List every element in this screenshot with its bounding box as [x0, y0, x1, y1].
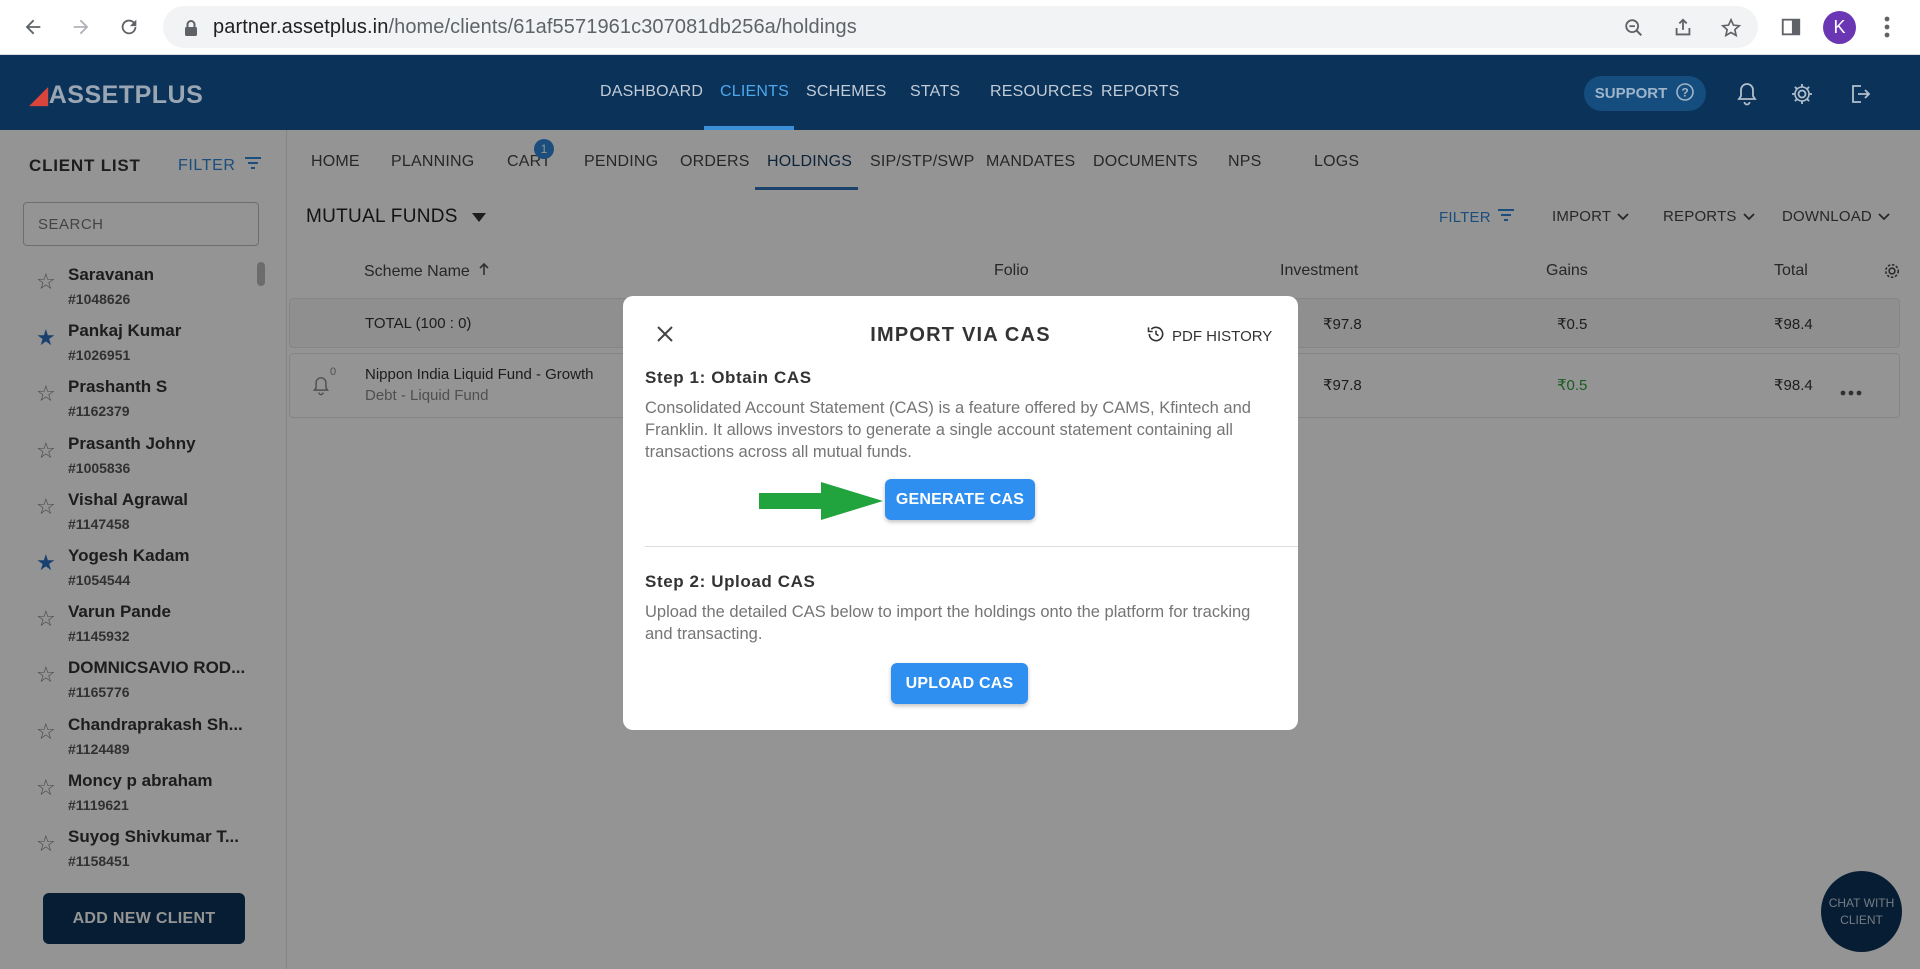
logout-icon[interactable] — [1846, 80, 1874, 108]
pdf-history-button[interactable]: PDF HISTORY — [1146, 324, 1272, 348]
nav-reports[interactable]: REPORTS — [1101, 83, 1179, 101]
forward-icon[interactable] — [66, 12, 96, 42]
browser-menu-icon[interactable] — [1872, 12, 1902, 42]
nav-resources[interactable]: RESOURCES — [990, 83, 1093, 101]
step1-title: Step 1: Obtain CAS — [645, 368, 812, 387]
nav-dashboard[interactable]: DASHBOARD — [600, 83, 703, 101]
url-text: partner.assetplus.in/home/clients/61af55… — [213, 15, 857, 38]
step2-title: Step 2: Upload CAS — [645, 572, 816, 591]
share-icon[interactable] — [1671, 16, 1695, 40]
green-arrow-icon — [757, 480, 887, 527]
bell-icon[interactable] — [1733, 80, 1761, 108]
step1-description: Consolidated Account Statement (CAS) is … — [645, 399, 1251, 461]
nav-stats[interactable]: STATS — [910, 83, 960, 101]
browser-toolbar: partner.assetplus.in/home/clients/61af55… — [0, 0, 1920, 55]
history-icon — [1146, 324, 1166, 348]
lock-icon[interactable] — [179, 16, 203, 40]
generate-cas-button[interactable]: GENERATE CAS — [885, 479, 1035, 520]
nav-clients[interactable]: CLIENTS — [720, 83, 789, 101]
import-via-cas-modal: IMPORT VIA CAS PDF HISTORY Step 1: Obtai… — [623, 296, 1298, 730]
nav-schemes[interactable]: SCHEMES — [806, 83, 887, 101]
step2-description: Upload the detailed CAS below to import … — [645, 603, 1251, 643]
zoom-icon[interactable] — [1622, 16, 1646, 40]
bookmark-star-icon[interactable] — [1719, 16, 1743, 40]
pdf-history-label: PDF HISTORY — [1172, 327, 1273, 345]
svg-text:?: ? — [1682, 85, 1689, 99]
upload-cas-button[interactable]: UPLOAD CAS — [891, 663, 1028, 704]
back-icon[interactable] — [18, 12, 48, 42]
gear-icon[interactable] — [1788, 80, 1816, 108]
reload-icon[interactable] — [114, 12, 144, 42]
support-label: SUPPORT — [1594, 85, 1668, 102]
side-panel-icon[interactable] — [1776, 12, 1806, 42]
address-bar[interactable]: partner.assetplus.in/home/clients/61af55… — [163, 6, 1758, 48]
profile-avatar[interactable]: K — [1823, 11, 1856, 44]
modal-divider — [645, 546, 1298, 547]
help-circle-icon: ? — [1675, 82, 1695, 106]
support-button[interactable]: SUPPORT ? — [1584, 76, 1706, 111]
